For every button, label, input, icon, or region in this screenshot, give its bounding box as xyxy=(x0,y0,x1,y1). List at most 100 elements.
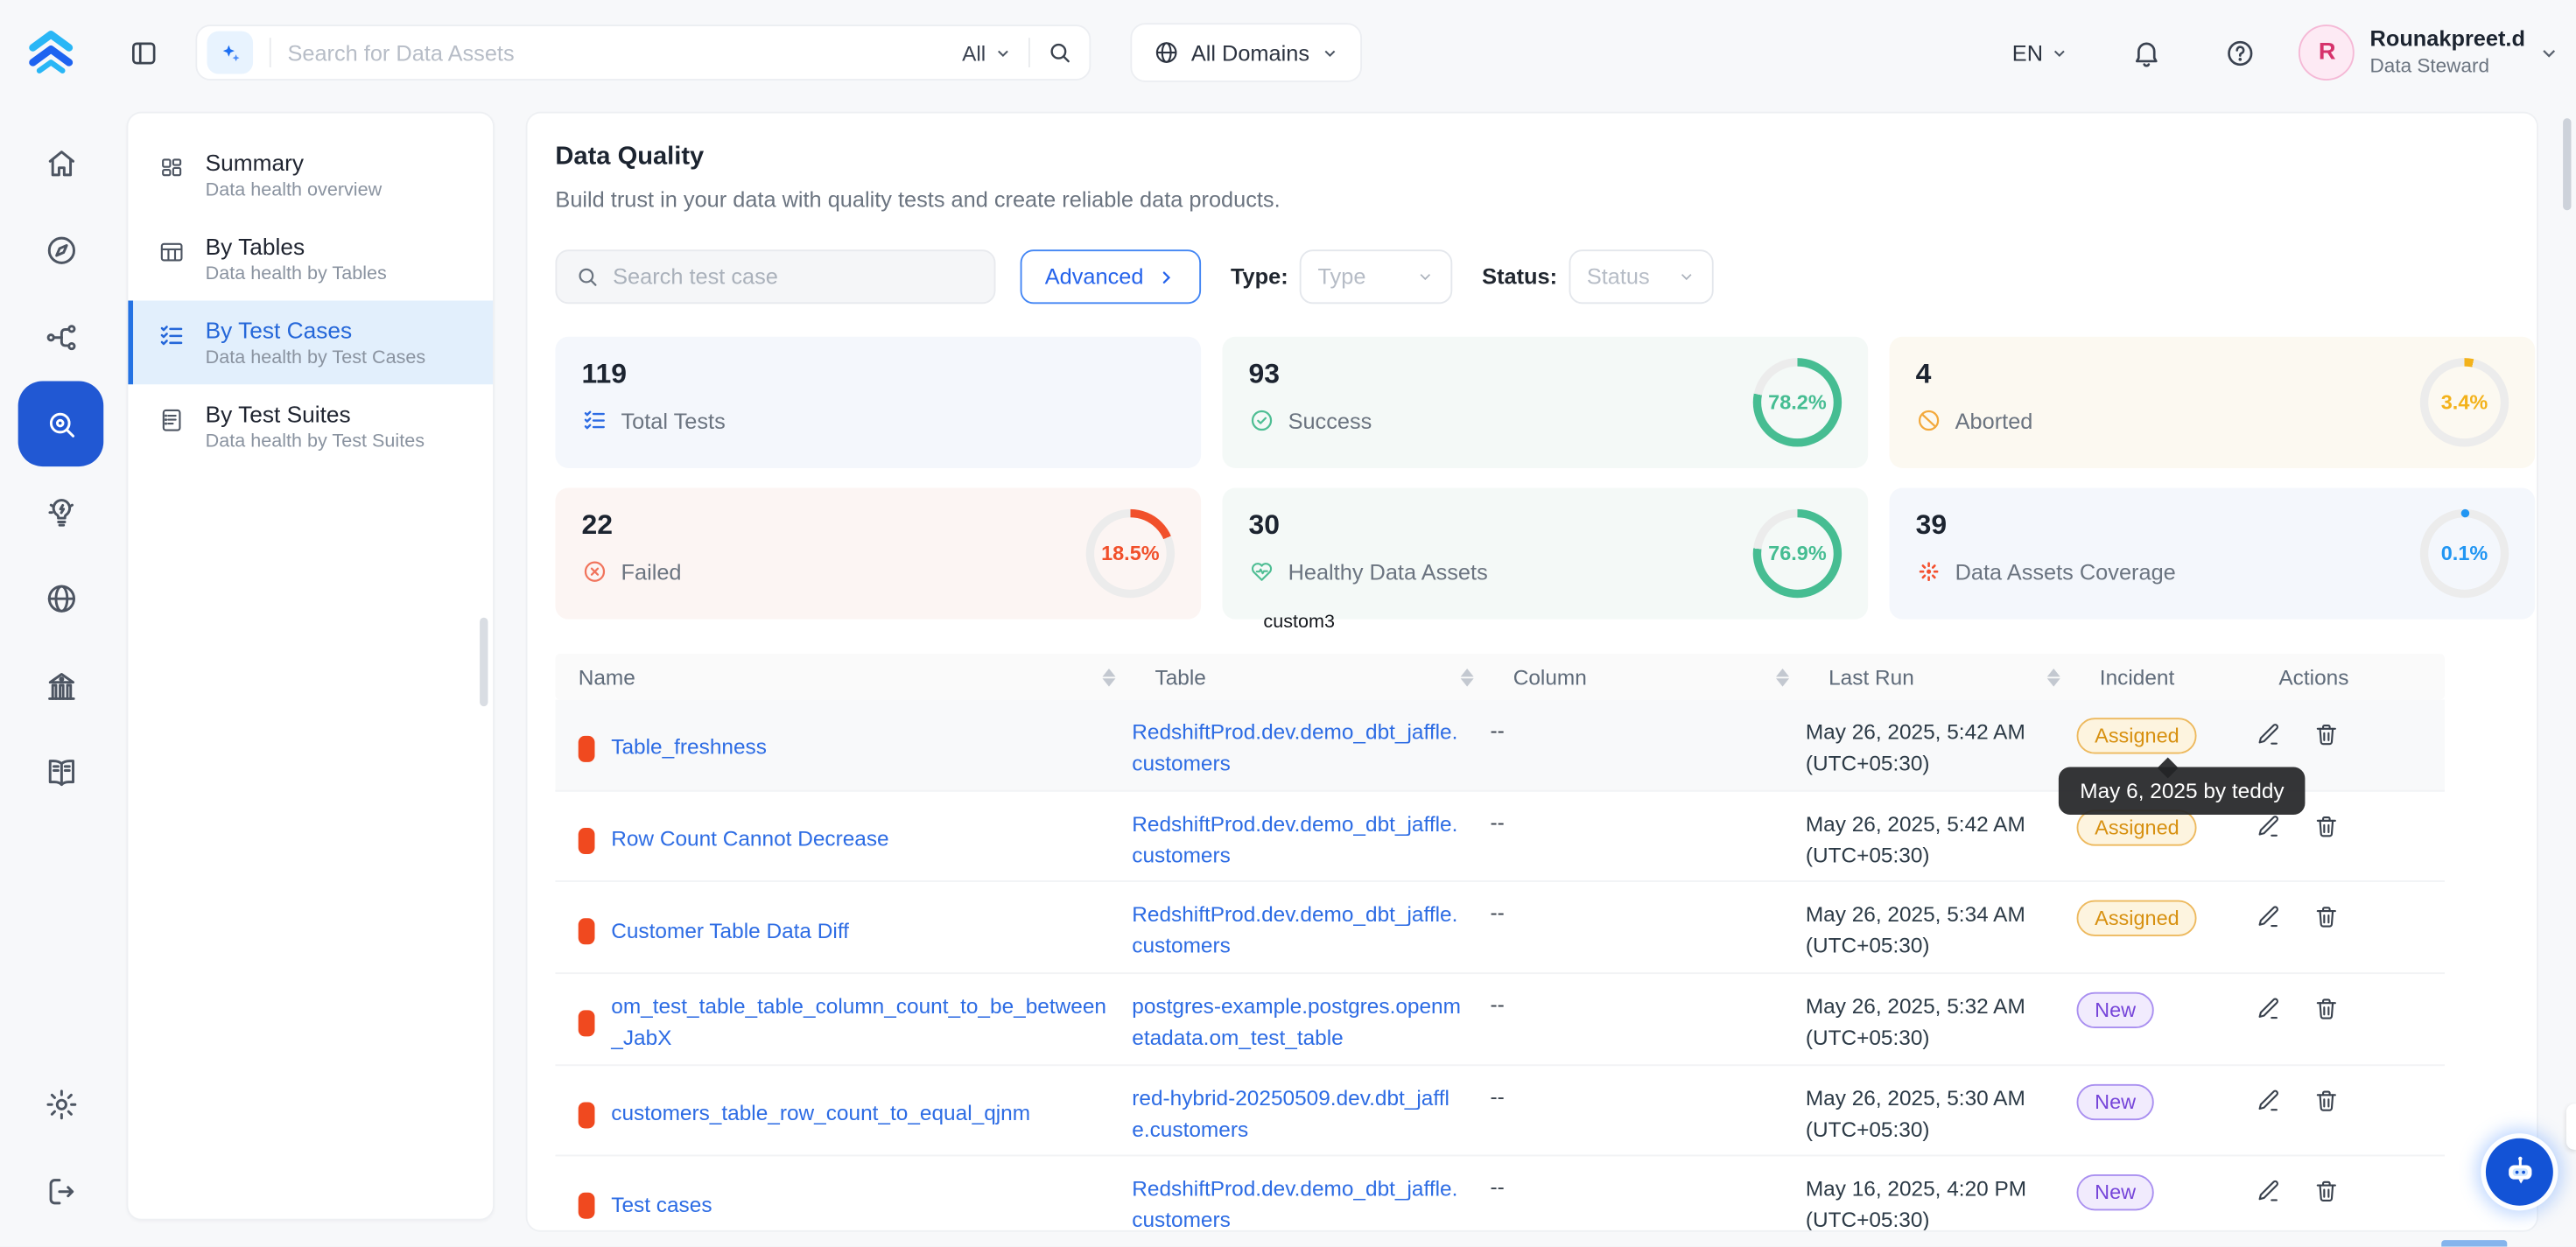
column-cell: -- xyxy=(1490,700,1805,790)
sort-carets-icon[interactable] xyxy=(1776,668,1789,686)
incident-badge[interactable]: Assigned xyxy=(2077,900,2198,936)
test-case-name-link[interactable]: Customer Table Data Diff xyxy=(611,916,849,947)
delete-icon[interactable] xyxy=(2313,813,2340,839)
rail-domains-globe-icon[interactable] xyxy=(18,555,104,641)
edit-icon[interactable] xyxy=(2256,1179,2282,1205)
page-scrollbar[interactable] xyxy=(2563,118,2571,210)
stat-card-total-tests[interactable]: 119 Total Tests xyxy=(555,337,1201,468)
rail-platform-network-icon[interactable] xyxy=(18,294,104,380)
rail-explore-compass-icon[interactable] xyxy=(18,207,104,293)
test-case-name-link[interactable]: om_test_table_table_column_count_to_be_b… xyxy=(611,992,1109,1054)
rail-insights-bulb-icon[interactable] xyxy=(18,468,104,554)
last-run-timezone: (UTC+05:30) xyxy=(1806,1115,2053,1145)
chat-bot-button[interactable] xyxy=(2486,1138,2553,1206)
edge-widget-handle[interactable] xyxy=(2566,1103,2576,1150)
ai-sparkle-icon[interactable] xyxy=(207,32,254,74)
table-link[interactable]: RedshiftProd.dev.demo_dbt_jaffle.custome… xyxy=(1132,902,1457,958)
delete-icon[interactable] xyxy=(2313,904,2340,930)
delete-icon[interactable] xyxy=(2313,996,2340,1022)
incident-badge[interactable]: New xyxy=(2077,1175,2154,1211)
rail-observability-icon[interactable] xyxy=(18,381,104,466)
test-case-name-link[interactable]: Row Count Cannot Decrease xyxy=(611,824,888,855)
rail-home-icon[interactable] xyxy=(18,120,104,206)
sidebar-scrollbar[interactable] xyxy=(480,618,488,706)
test-case-name-link[interactable]: customers_table_row_count_to_equal_qjnm xyxy=(611,1099,1030,1130)
last-run-time: May 26, 2025, 5:42 AM xyxy=(1806,718,2053,748)
delete-icon[interactable] xyxy=(2313,1179,2340,1205)
donut-percent-label: 3.4% xyxy=(2420,358,2509,446)
rail-logout-icon[interactable] xyxy=(18,1148,104,1234)
domains-dropdown[interactable]: All Domains xyxy=(1130,23,1362,82)
status-placeholder: Status xyxy=(1587,264,1650,289)
edit-icon[interactable] xyxy=(2256,813,2282,839)
chevron-right-icon xyxy=(1156,267,1176,287)
status-indicator xyxy=(579,919,595,945)
last-run-time: May 26, 2025, 5:34 AM xyxy=(1806,900,2053,931)
column-header-last-run[interactable]: Last Run xyxy=(1806,664,2077,689)
sidebar-toggle-icon[interactable] xyxy=(128,37,159,68)
stat-card-healthy-data-assets[interactable]: 30 Healthy Data Assets 76.9% xyxy=(1222,487,1868,619)
type-placeholder: Type xyxy=(1317,264,1365,289)
robot-icon xyxy=(2500,1152,2539,1192)
search-scope-dropdown[interactable]: All xyxy=(962,40,1012,65)
status-indicator xyxy=(579,827,595,853)
rail-top-items xyxy=(18,118,104,815)
table-link[interactable]: RedshiftProd.dev.demo_dbt_jaffle.custome… xyxy=(1132,811,1457,867)
edit-icon[interactable] xyxy=(2256,996,2282,1022)
stat-card-data-assets-coverage[interactable]: 39 Data Assets Coverage 0.1% xyxy=(1890,487,2536,619)
type-filter-select[interactable]: Type xyxy=(1300,249,1453,304)
stat-card-failed[interactable]: 22 Failed 18.5% xyxy=(555,487,1201,619)
chevron-down-icon xyxy=(1321,44,1339,62)
search-icon[interactable] xyxy=(1047,39,1073,66)
sidebar-item-by-tables[interactable]: By Tables Data health by Tables xyxy=(128,217,493,301)
stat-cards: 119 Total Tests 93 Success 78.2% 4 Abort… xyxy=(555,337,2509,620)
language-dropdown[interactable]: EN xyxy=(2012,40,2069,65)
column-header-column[interactable]: Column xyxy=(1490,664,1805,689)
user-info[interactable]: Rounakpreet.d Data Steward xyxy=(2370,26,2525,79)
column-header-table[interactable]: Table xyxy=(1132,664,1490,689)
stat-card-success[interactable]: 93 Success 78.2% xyxy=(1222,337,1868,468)
edit-icon[interactable] xyxy=(2256,721,2282,747)
status-filter-select[interactable]: Status xyxy=(1569,249,1713,304)
column-header-name[interactable]: Name xyxy=(555,664,1132,689)
chevron-down-icon xyxy=(2051,44,2069,62)
edit-icon[interactable] xyxy=(2256,1087,2282,1113)
user-menu-chevron-icon[interactable] xyxy=(2538,42,2559,63)
delete-icon[interactable] xyxy=(2313,721,2340,747)
user-avatar[interactable]: R xyxy=(2299,25,2355,81)
edit-icon[interactable] xyxy=(2256,904,2282,930)
incident-badge[interactable]: Assigned xyxy=(2077,718,2198,753)
sidebar-item-label: By Test Cases xyxy=(206,317,426,343)
incident-badge[interactable]: New xyxy=(2077,1083,2154,1119)
delete-icon[interactable] xyxy=(2313,1087,2340,1113)
column-cell: -- xyxy=(1490,974,1805,1064)
incident-tooltip: May 6, 2025 by teddy xyxy=(2059,767,2306,815)
help-icon[interactable] xyxy=(2225,37,2257,68)
test-case-name-link[interactable]: Table_freshness xyxy=(611,733,767,764)
advanced-search-button[interactable]: Advanced xyxy=(1021,249,1202,304)
rail-govern-bank-icon[interactable] xyxy=(18,642,104,728)
test-case-name-link[interactable]: Test cases xyxy=(611,1191,712,1222)
table-link[interactable]: RedshiftProd.dev.demo_dbt_jaffle.custome… xyxy=(1132,719,1457,775)
global-search-bar[interactable]: Search for Data Assets All xyxy=(195,25,1091,81)
x-circle-icon xyxy=(581,558,607,585)
table-link[interactable]: postgres-example.postgres.openmetadata.o… xyxy=(1132,994,1461,1050)
summary-grid-icon xyxy=(158,154,186,200)
rail-settings-gear-icon[interactable] xyxy=(18,1061,104,1147)
table-link[interactable]: red-hybrid-20250509.dev.dbt_jaffle.custo… xyxy=(1132,1085,1449,1141)
sidebar-item-summary[interactable]: Summary Data health overview xyxy=(128,133,493,217)
page-subtitle: Build trust in your data with quality te… xyxy=(555,187,2509,212)
global-search-placeholder[interactable]: Search for Data Assets xyxy=(287,40,962,65)
incident-badge[interactable]: New xyxy=(2077,992,2154,1028)
test-case-search-input[interactable]: Search test case xyxy=(555,249,995,304)
app-logo-icon[interactable] xyxy=(23,25,79,81)
sidebar-item-by-test-suites[interactable]: By Test Suites Data health by Test Suite… xyxy=(128,384,493,468)
sort-carets-icon[interactable] xyxy=(1461,668,1474,686)
notifications-bell-icon[interactable] xyxy=(2131,37,2163,68)
sort-carets-icon[interactable] xyxy=(2047,668,2060,686)
sidebar-item-by-test-cases[interactable]: By Test Cases Data health by Test Cases xyxy=(128,300,493,384)
rail-knowledge-book-icon[interactable] xyxy=(18,729,104,815)
sort-carets-icon[interactable] xyxy=(1102,668,1115,686)
table-link[interactable]: RedshiftProd.dev.demo_dbt_jaffle.custome… xyxy=(1132,1177,1457,1232)
stat-card-aborted[interactable]: 4 Aborted 3.4% xyxy=(1890,337,2536,468)
